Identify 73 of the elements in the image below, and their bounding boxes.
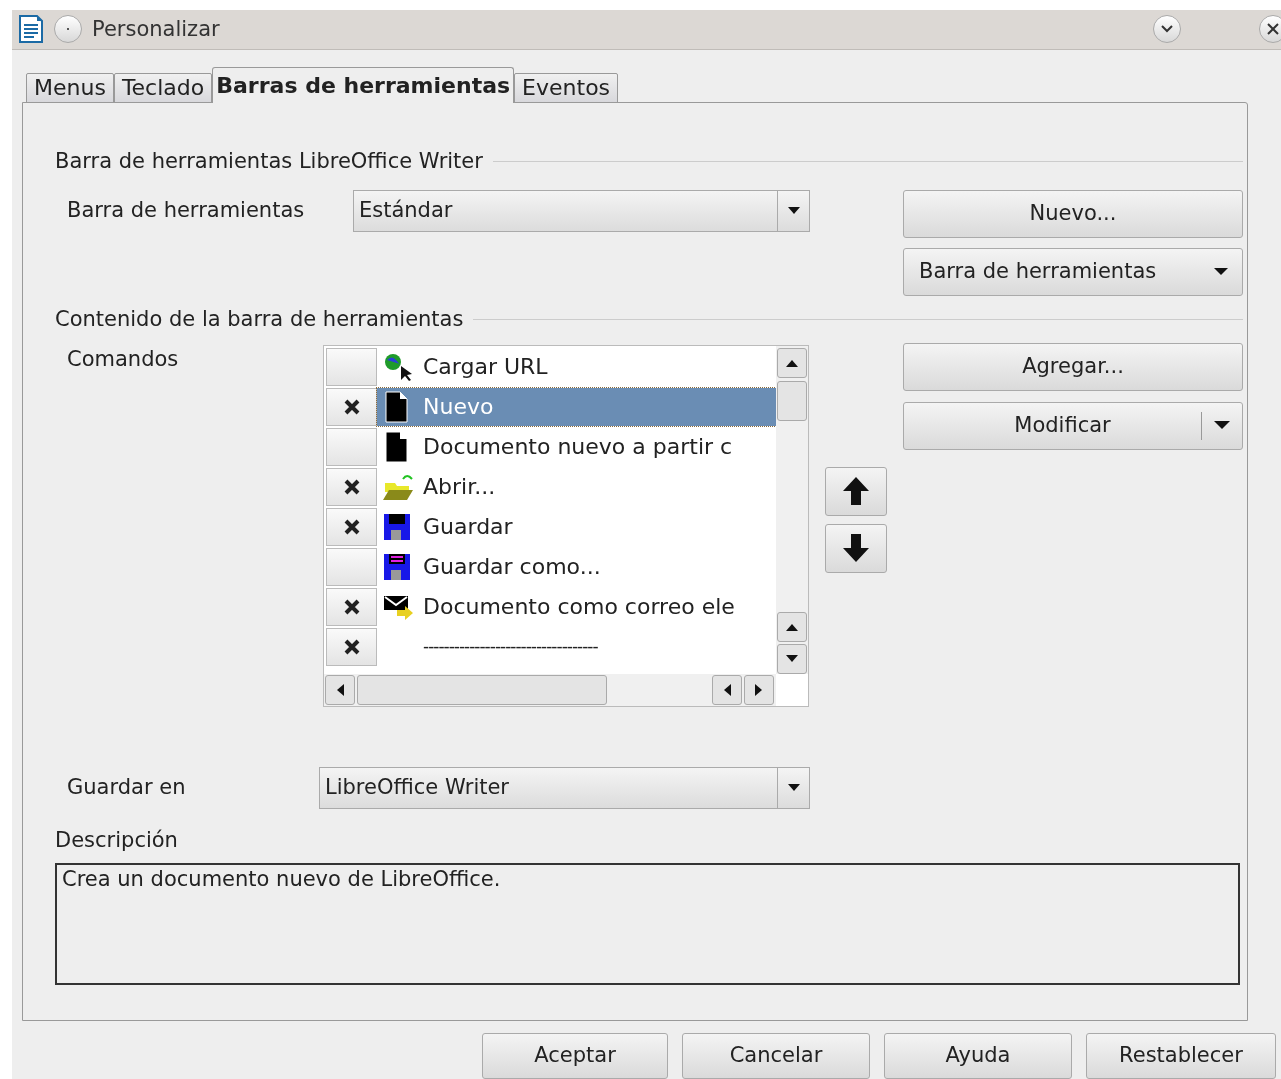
document-icon <box>18 14 44 45</box>
field-label: Comandos <box>67 345 180 373</box>
caret-icon <box>787 206 800 215</box>
checkbox[interactable] <box>326 547 377 586</box>
move-up-button[interactable] <box>825 466 887 516</box>
scroll-up-button[interactable] <box>777 611 807 642</box>
list-item[interactable]: Documento como correo ele <box>377 587 776 626</box>
checkbox[interactable] <box>326 427 377 466</box>
triangle-up-icon <box>786 622 798 631</box>
x-mark-icon <box>342 517 361 536</box>
scroll-thumb[interactable] <box>357 674 607 705</box>
scroll-thumb[interactable] <box>777 380 807 421</box>
triangle-right-icon <box>755 683 763 696</box>
checkbox[interactable] <box>326 507 377 546</box>
scroll-left-button[interactable] <box>325 674 355 705</box>
list-item[interactable]: Documento nuevo a partir c <box>377 427 776 466</box>
checkbox[interactable] <box>326 627 377 666</box>
dialog-button[interactable]: Ayuda <box>884 1033 1072 1079</box>
triangle-left-icon <box>336 683 344 696</box>
modify-button[interactable]: Modificar <box>903 401 1243 450</box>
chevron-down-icon <box>1160 24 1174 35</box>
close-icon <box>1266 22 1280 37</box>
triangle-up-icon <box>786 358 798 367</box>
triangle-down-icon <box>786 654 798 663</box>
vertical-scrollbar[interactable] <box>776 345 808 674</box>
tab[interactable]: Menus <box>26 72 114 103</box>
list-item[interactable]: ---------------------------------- <box>377 627 776 666</box>
tab[interactable]: Eventos <box>514 72 619 103</box>
scroll-up-button[interactable] <box>777 347 807 378</box>
field-label: Descripción <box>55 826 179 853</box>
dialog-button[interactable]: Aceptar <box>482 1033 668 1079</box>
section-heading: Contenido de la barra de herramientas <box>55 306 464 334</box>
x-mark-icon <box>342 637 361 656</box>
description-box: Crea un documento nuevo de LibreOffice. <box>55 862 1240 985</box>
x-mark-icon <box>342 477 361 496</box>
scroll-right-button[interactable] <box>744 674 774 705</box>
save-in-dropdown[interactable]: LibreOffice Writer <box>319 766 810 809</box>
x-mark-icon <box>342 597 361 616</box>
minimize-button[interactable] <box>1153 15 1181 44</box>
window-title: Personalizar <box>92 15 220 43</box>
toolbar-menu-button[interactable]: Barra de herramientas <box>903 247 1243 296</box>
tab[interactable]: Teclado <box>113 72 213 103</box>
horizontal-scrollbar[interactable] <box>324 673 776 706</box>
list-item[interactable]: Abrir... <box>377 467 776 506</box>
dialog-button[interactable]: Cancelar <box>682 1033 870 1079</box>
list-item[interactable]: Guardar <box>377 507 776 546</box>
checkbox[interactable] <box>326 587 377 626</box>
checkbox[interactable] <box>326 387 377 426</box>
field-label: Barra de herramientas <box>67 196 306 224</box>
caret-icon <box>787 783 800 792</box>
close-button[interactable] <box>1259 15 1281 44</box>
document-icon <box>383 390 409 423</box>
caret-icon <box>1214 267 1228 276</box>
folder-icon <box>383 472 415 501</box>
x-mark-icon <box>342 397 361 416</box>
add-button[interactable]: Agregar... <box>903 342 1243 391</box>
tab[interactable]: Barras de herramientas <box>212 66 515 103</box>
scroll-down-button[interactable] <box>777 643 807 674</box>
list-item[interactable]: Cargar URL <box>377 347 776 386</box>
caret-icon <box>1214 421 1230 431</box>
scroll-left-button[interactable] <box>712 674 742 705</box>
triangle-left-icon <box>723 683 731 696</box>
document-icon <box>383 430 409 463</box>
list-item[interactable]: Guardar como... <box>377 547 776 586</box>
move-down-button[interactable] <box>825 523 887 573</box>
new-button[interactable]: Nuevo... <box>903 189 1243 238</box>
dialog-button[interactable]: Restablecer <box>1086 1033 1276 1079</box>
field-label: Guardar en <box>67 774 187 802</box>
arrow-up-icon <box>840 475 872 508</box>
checkbox[interactable] <box>326 347 377 386</box>
checkbox[interactable] <box>326 467 377 506</box>
toolbar-dropdown[interactable]: Estándar <box>353 189 810 232</box>
section-heading: Barra de herramientas LibreOffice Writer <box>55 148 483 176</box>
